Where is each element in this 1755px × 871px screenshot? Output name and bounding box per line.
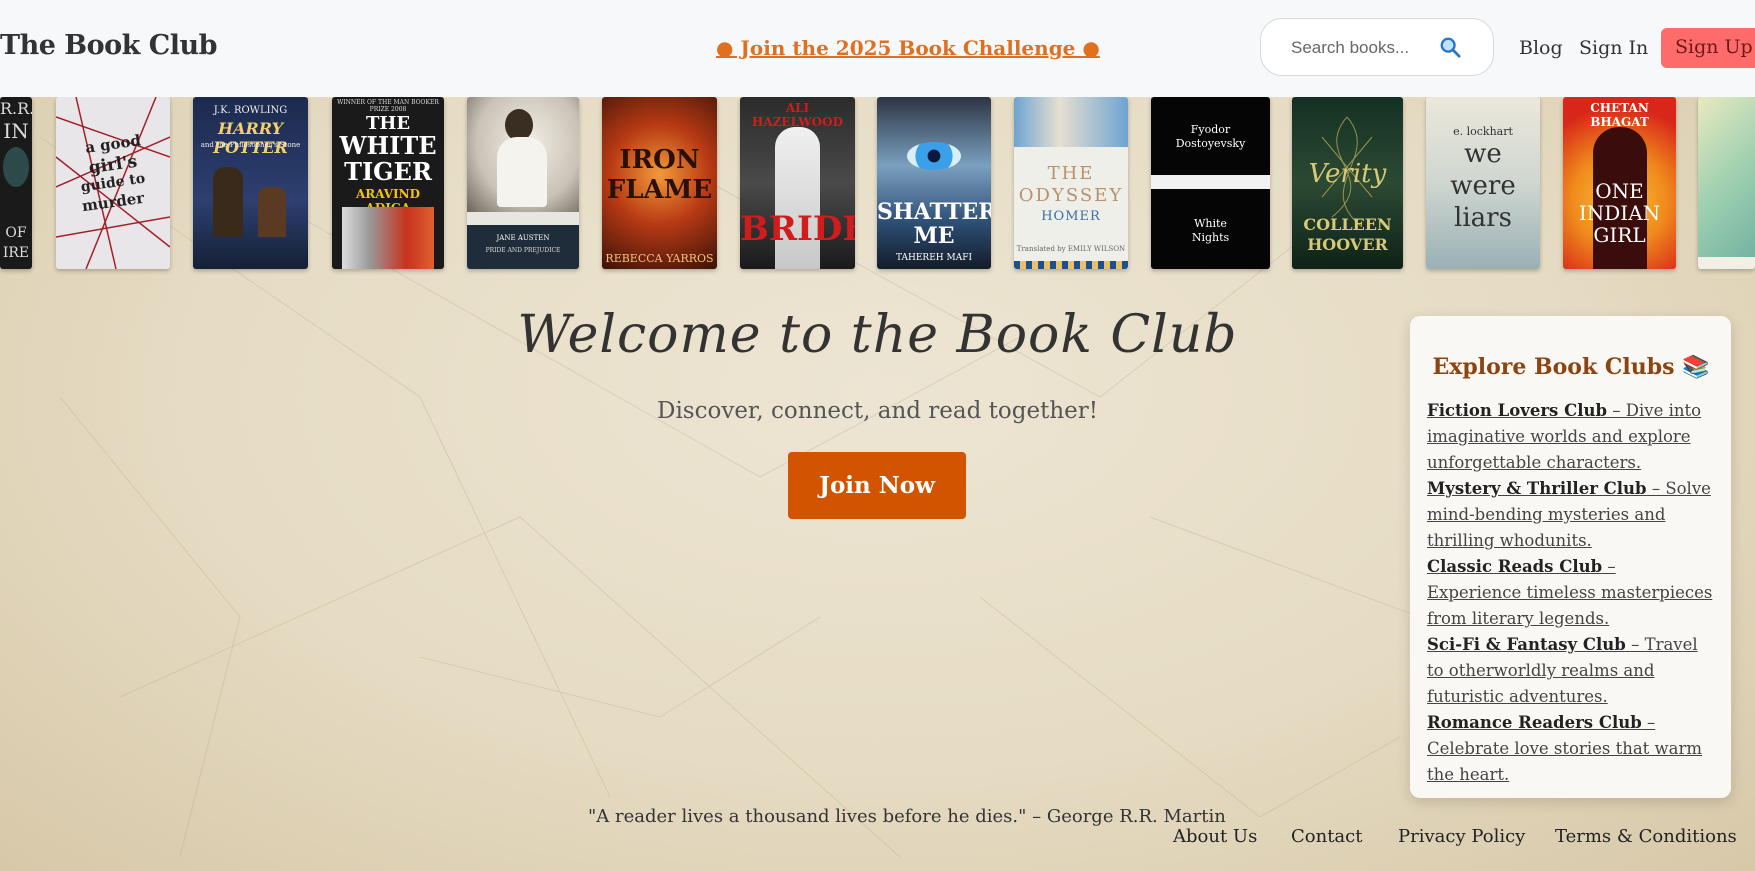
footer-quote: "A reader lives a thousand lives before … (588, 806, 1226, 827)
signup-button[interactable]: Sign Up (1661, 28, 1755, 68)
book-cover[interactable]: IRON FLAME REBECCA YARROS (602, 97, 717, 269)
book-challenge-link[interactable]: ● Join the 2025 Book Challenge ● (716, 36, 1100, 60)
book-cover[interactable]: SHATTER ME TAHEREH MAFI (877, 97, 991, 269)
book-clubs-panel: Explore Book Clubs 📚 Fiction Lovers Club… (1410, 316, 1731, 798)
search-input[interactable] (1289, 37, 1443, 59)
footer-terms-link[interactable]: Terms & Conditions (1555, 826, 1737, 847)
search-icon[interactable] (1439, 36, 1461, 58)
book-cover[interactable]: WINNER OF THE MAN BOOKER PRIZE 2008 THE … (332, 97, 444, 269)
search-box (1260, 18, 1494, 76)
join-now-button[interactable]: Join Now (788, 452, 966, 519)
club-link[interactable]: Fiction Lovers Club – Dive into imaginat… (1427, 398, 1715, 476)
site-logo[interactable]: The Book Club (0, 30, 218, 61)
footer-contact-link[interactable]: Contact (1291, 826, 1362, 847)
book-cover[interactable]: THE ODYSSEY HOMER Translated by EMILY WI… (1014, 97, 1128, 269)
club-link[interactable]: Romance Readers Club – Celebrate love st… (1427, 710, 1715, 788)
book-carousel: R.R. IN OF IRE a good girl's guide to mu… (0, 97, 1755, 269)
book-cover[interactable]: a good girl's guide to murder (56, 97, 170, 269)
book-cover[interactable] (1698, 97, 1755, 269)
club-link[interactable]: Sci-Fi & Fantasy Club – Travel to otherw… (1427, 632, 1715, 710)
book-cover[interactable]: JANE AUSTEN PRIDE AND PREJUDICE (467, 97, 579, 269)
book-cover[interactable]: ALI HAZELWOOD BRIDE (740, 97, 855, 269)
footer-about-link[interactable]: About Us (1173, 826, 1257, 847)
book-cover[interactable]: CHETAN BHAGAT ONE INDIAN GIRL (1563, 97, 1676, 269)
clubs-heading: Explore Book Clubs 📚 (1432, 354, 1710, 380)
book-cover[interactable]: Verity COLLEEN HOOVER (1292, 97, 1403, 269)
site-header: The Book Club ● Join the 2025 Book Chall… (0, 0, 1755, 97)
nav-signin-link[interactable]: Sign In (1579, 37, 1648, 59)
club-link[interactable]: Mystery & Thriller Club – Solve mind-ben… (1427, 476, 1715, 554)
footer-privacy-link[interactable]: Privacy Policy (1398, 826, 1525, 847)
book-cover[interactable]: e. lockhart we were liars (1426, 97, 1540, 269)
nav-blog-link[interactable]: Blog (1519, 37, 1563, 59)
book-cover[interactable]: J.K. ROWLING HARRY POTTER and the Philos… (193, 97, 308, 269)
club-link[interactable]: Classic Reads Club – Experience timeless… (1427, 554, 1715, 632)
book-cover[interactable]: R.R. IN OF IRE (0, 97, 32, 269)
book-cover[interactable]: Fyodor Dostoyevsky White Nights (1151, 97, 1270, 269)
